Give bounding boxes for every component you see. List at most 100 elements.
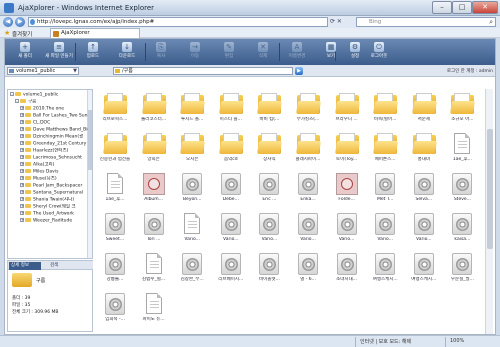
upload-button[interactable]: ↑ 업로드 bbox=[79, 42, 107, 64]
search-icon[interactable]: ⌕ bbox=[489, 18, 493, 26]
expand-icon[interactable]: + bbox=[20, 218, 24, 222]
tree-item[interactable]: + Santana_Supernatural bbox=[8, 190, 88, 196]
file-item[interactable]: 1ae_후... bbox=[98, 171, 132, 208]
folder-item[interactable]: 음악cd bbox=[214, 131, 248, 168]
file-item[interactable]: 1ae_후... bbox=[445, 131, 479, 168]
folder-item[interactable]: 소규모 아... bbox=[445, 91, 479, 128]
folder-item[interactable]: 양희은 bbox=[137, 131, 171, 168]
expand-icon[interactable]: + bbox=[20, 141, 24, 145]
close-button[interactable]: ✕ bbox=[472, 1, 498, 14]
tree-item[interactable]: + Greenday_21st Century B bbox=[8, 141, 88, 147]
folder-item[interactable]: 토이(Toy... bbox=[330, 131, 364, 168]
minimize-button[interactable]: – bbox=[432, 1, 452, 14]
tab-details[interactable]: 상세 정보 bbox=[9, 262, 41, 270]
file-item[interactable]: Vario... bbox=[407, 211, 441, 248]
download-button[interactable]: ↓ 다운로드 bbox=[113, 42, 141, 64]
forward-button[interactable]: ▶ bbox=[15, 17, 25, 27]
tree-item[interactable]: - volume1_public bbox=[8, 92, 88, 98]
browser-tab[interactable]: AjaXplorer bbox=[50, 28, 140, 38]
file-item[interactable]: Album... bbox=[137, 171, 171, 208]
rename-button[interactable]: A 이름변경 bbox=[283, 42, 311, 64]
zoom-level[interactable]: 100% bbox=[450, 338, 464, 344]
tree-item[interactable]: + Lacrimosa_Sehnsucht bbox=[8, 155, 88, 161]
file-item[interactable]: Met T... bbox=[368, 171, 402, 208]
expand-icon[interactable]: + bbox=[20, 162, 24, 166]
tree-scroll-thumb[interactable] bbox=[88, 110, 92, 170]
file-item[interactable]: Enka... bbox=[291, 171, 325, 208]
file-item[interactable]: Debe... bbox=[214, 171, 248, 208]
file-item[interactable]: Vario... bbox=[368, 211, 402, 248]
expand-icon[interactable]: + bbox=[20, 169, 24, 173]
file-item[interactable]: Sweet... bbox=[98, 211, 132, 248]
file-item[interactable]: 파이노 듀... bbox=[137, 291, 171, 328]
tree-item[interactable]: + Muse(뮤즈) bbox=[8, 176, 88, 182]
file-item[interactable]: 비이올렛... bbox=[252, 251, 286, 288]
expand-icon[interactable]: + bbox=[20, 176, 24, 180]
file-item[interactable]: Selva... bbox=[407, 171, 441, 208]
folder-item[interactable]: 홍대녀 bbox=[407, 131, 441, 168]
logout-button[interactable]: ⏻ 로그아웃 bbox=[365, 42, 393, 64]
expand-icon[interactable]: + bbox=[20, 197, 24, 201]
file-item[interactable]: 강릉롤... bbox=[98, 251, 132, 288]
new-file-button[interactable]: ≡ 새 파일 만들기 bbox=[45, 42, 73, 64]
chevron-down-icon[interactable]: ▼ bbox=[73, 68, 77, 74]
file-item[interactable]: Vario... bbox=[291, 211, 325, 248]
tree-item[interactable]: - 구름 bbox=[8, 99, 88, 105]
folder-item[interactable]: 신중현과 엽전들 bbox=[98, 131, 132, 168]
tree-item[interactable]: + Alka(고리) bbox=[8, 162, 88, 168]
copy-button[interactable]: ⎘ 복사 bbox=[147, 42, 175, 64]
file-item[interactable]: 여행스케치... bbox=[407, 251, 441, 288]
expand-icon[interactable]: + bbox=[20, 113, 24, 117]
expand-icon[interactable]: + bbox=[20, 211, 24, 215]
path-input[interactable]: /구름 bbox=[113, 67, 293, 75]
favorites-label[interactable]: 즐겨찾기 bbox=[12, 30, 32, 38]
file-item[interactable]: Vario... bbox=[252, 211, 286, 248]
file-item[interactable]: 리브베이지... bbox=[214, 251, 248, 288]
tree-item[interactable]: + Dzinchingmin Mean(광 bbox=[8, 134, 88, 140]
move-button[interactable]: → 이동 bbox=[181, 42, 209, 64]
file-item[interactable]: 우순실_필... bbox=[445, 251, 479, 288]
collapse-icon[interactable]: - bbox=[15, 99, 19, 103]
folder-item[interactable]: 클래지파이... bbox=[291, 131, 325, 168]
folder-item[interactable]: 바비 킴(... bbox=[252, 91, 286, 128]
file-item[interactable]: 임희숙 -... bbox=[98, 291, 132, 328]
file-item[interactable]: 김범수_별... bbox=[137, 251, 171, 288]
tree-item[interactable]: + CL.DOC bbox=[8, 120, 88, 126]
expand-icon[interactable]: + bbox=[20, 127, 24, 131]
tree-item[interactable]: + Dave Matthews Band_Big bbox=[8, 127, 88, 133]
grid-scrollbar[interactable] bbox=[485, 89, 493, 334]
expand-icon[interactable]: + bbox=[20, 120, 24, 124]
collapse-icon[interactable]: - bbox=[10, 92, 14, 96]
tree-item[interactable]: +2010.The one bbox=[8, 106, 88, 112]
tree-item[interactable]: + Miles Davis bbox=[8, 169, 88, 175]
folder-item[interactable]: 비욕(빌어... bbox=[368, 91, 402, 128]
folder-item[interactable]: 미스티 블... bbox=[214, 91, 248, 128]
delete-button[interactable]: ✕ 삭제 bbox=[249, 42, 277, 64]
expand-icon[interactable]: + bbox=[20, 106, 24, 110]
url-input[interactable]: http://lovepc.lgnas.com/ex/ajp/index.php… bbox=[28, 17, 328, 27]
file-item[interactable]: Vario... bbox=[175, 211, 209, 248]
grid-scroll-thumb[interactable] bbox=[487, 129, 493, 249]
search-input[interactable]: Bing ⌕ bbox=[356, 17, 496, 27]
refresh-stop-buttons[interactable]: ⟳ ✕ bbox=[330, 17, 354, 27]
file-item[interactable]: 소녀시대... bbox=[330, 251, 364, 288]
folder-item[interactable]: 오지은 bbox=[175, 131, 209, 168]
file-item[interactable]: Vario... bbox=[214, 211, 248, 248]
back-button[interactable]: ◀ bbox=[3, 17, 13, 27]
file-item[interactable]: 별 - 6... bbox=[291, 251, 325, 288]
expand-icon[interactable]: + bbox=[20, 134, 24, 138]
file-item[interactable]: Steve... bbox=[445, 171, 479, 208]
folder-item[interactable]: 브라우니 ... bbox=[330, 91, 364, 128]
expand-icon[interactable]: + bbox=[20, 204, 24, 208]
folder-item[interactable]: 루시드 폴... bbox=[175, 91, 209, 128]
folder-item[interactable]: 부가킹즈(... bbox=[291, 91, 325, 128]
file-item[interactable]: Tori ... bbox=[137, 211, 171, 248]
tab-search[interactable]: 검색 bbox=[44, 262, 68, 270]
favorites-star-icon[interactable]: ★ bbox=[4, 29, 10, 37]
tree-item[interactable]: + Haarlezz(한터즈) bbox=[8, 148, 88, 154]
folder-item[interactable]: 롤러코스터... bbox=[137, 91, 171, 128]
tree-item[interactable]: + Sheryl Crow(쉐릴 크 bbox=[8, 204, 88, 210]
expand-icon[interactable]: + bbox=[20, 183, 24, 187]
file-item[interactable]: 김창완_무... bbox=[175, 251, 209, 288]
file-item[interactable]: 여행스케치... bbox=[368, 251, 402, 288]
